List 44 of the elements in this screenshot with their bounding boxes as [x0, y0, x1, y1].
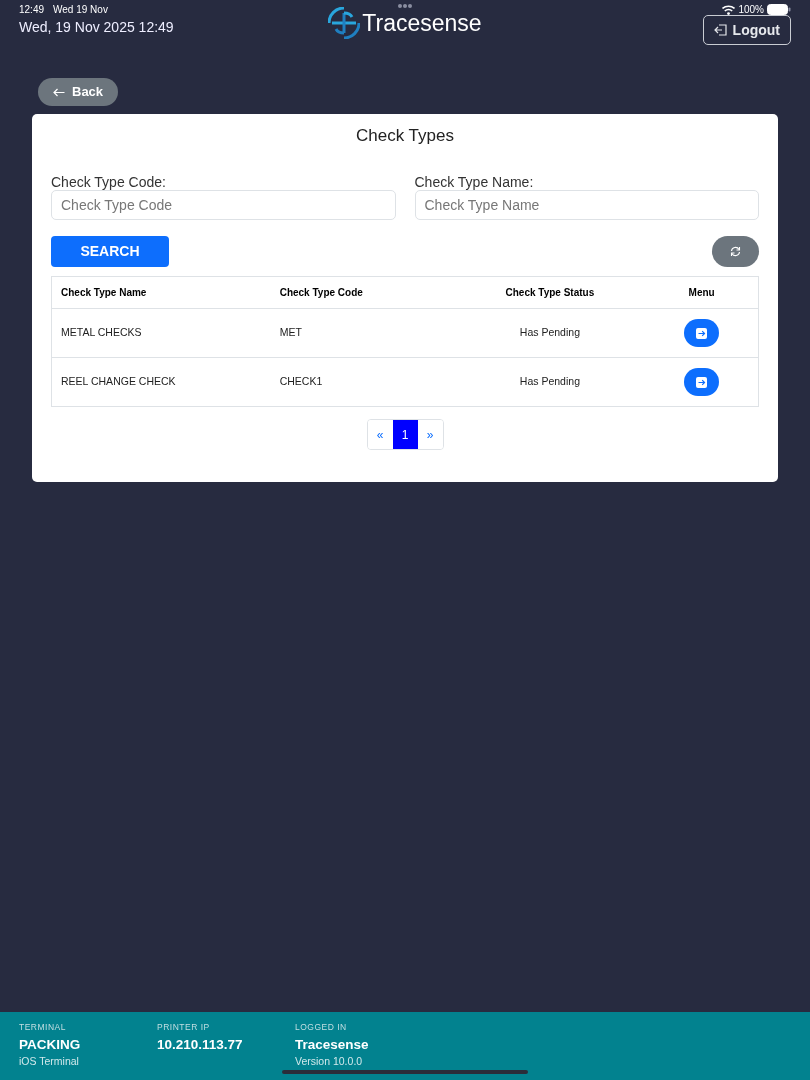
footer-value: Tracesense	[295, 1036, 370, 1053]
more-dots-icon	[398, 4, 412, 8]
open-button[interactable]	[684, 368, 720, 396]
battery-icon	[767, 4, 791, 15]
brand-name: Tracesense	[362, 9, 482, 37]
panel-title: Check Types	[355, 126, 455, 146]
logo-icon	[328, 7, 361, 39]
footer-subtext: iOS Terminal	[19, 1055, 80, 1068]
footer-value: 10.210.113.77	[157, 1036, 244, 1053]
back-button[interactable]: Back	[38, 78, 119, 106]
wifi-icon	[722, 4, 736, 15]
table-cell: CHECK1	[270, 357, 455, 407]
battery-percent: 100%	[738, 4, 764, 15]
refresh-icon	[730, 246, 741, 257]
search-button[interactable]: SEARCH	[51, 236, 169, 267]
field-label: Check Type Code:	[51, 174, 167, 191]
column-header: Check Type Name	[51, 276, 271, 309]
table-cell: REEL CHANGE CHECK	[51, 357, 271, 407]
table-cell: Has Pending	[454, 308, 646, 358]
table-cell: MET	[270, 308, 455, 358]
input-field[interactable]: Check Type Name	[414, 190, 759, 220]
table-cell: METAL CHECKS	[51, 308, 271, 358]
footer-label: PRINTER IP	[157, 1022, 211, 1033]
column-header: Check Type Code	[270, 276, 455, 309]
refresh-button[interactable]	[712, 236, 759, 267]
status-time: 12:49	[19, 4, 45, 16]
field-label: Check Type Name:	[414, 174, 535, 191]
arrow-square-icon	[696, 376, 708, 388]
footer-subtext: Version 10.0.0	[295, 1055, 364, 1068]
footer-label: LOGGED IN	[295, 1022, 348, 1033]
logout-icon	[713, 24, 727, 36]
status-date: Wed 19 Nov	[53, 4, 108, 16]
open-button[interactable]	[684, 319, 720, 347]
input-field[interactable]: Check Type Code	[51, 190, 396, 220]
footer-label: TERMINAL	[19, 1022, 67, 1033]
footer-value: PACKING	[19, 1036, 82, 1053]
logout-button[interactable]: Logout	[702, 15, 791, 45]
arrow-left-icon	[53, 87, 65, 97]
column-header: Check Type Status	[454, 276, 646, 309]
column-header: Menu	[645, 276, 759, 309]
header-datetime: Wed, 19 Nov 2025 12:49	[19, 19, 175, 36]
page-link[interactable]: 1	[392, 420, 418, 449]
table-cell: Has Pending	[454, 357, 646, 407]
arrow-square-icon	[696, 327, 708, 339]
